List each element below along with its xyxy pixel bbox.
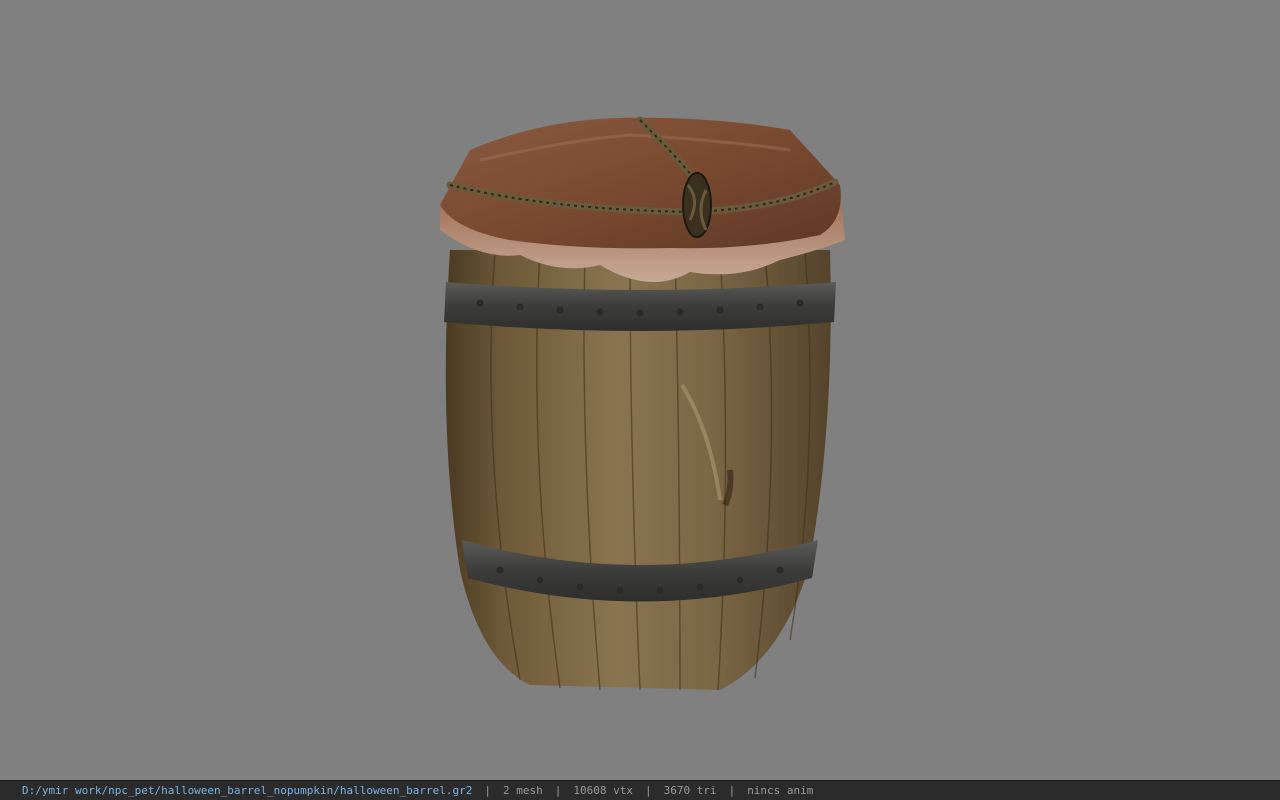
barrel-model-icon xyxy=(440,116,845,691)
rope-knot xyxy=(682,172,712,238)
status-separator: | xyxy=(484,784,491,797)
triangle-count-label: 3670 tri xyxy=(663,784,717,797)
status-separator: | xyxy=(728,784,736,797)
status-bar: D:/ymir work/npc_pet/halloween_barrel_no… xyxy=(0,780,1280,800)
file-path-label: D:/ymir work/npc_pet/halloween_barrel_no… xyxy=(22,784,473,797)
3d-viewport[interactable] xyxy=(0,0,1280,780)
animation-status-label: nincs anim xyxy=(747,784,814,797)
status-separator: | xyxy=(554,784,562,797)
mesh-count-label: 2 mesh xyxy=(502,784,543,797)
status-separator: | xyxy=(644,784,652,797)
cloth-cover xyxy=(440,117,841,249)
vertex-count-label: 10608 vtx xyxy=(573,784,633,797)
